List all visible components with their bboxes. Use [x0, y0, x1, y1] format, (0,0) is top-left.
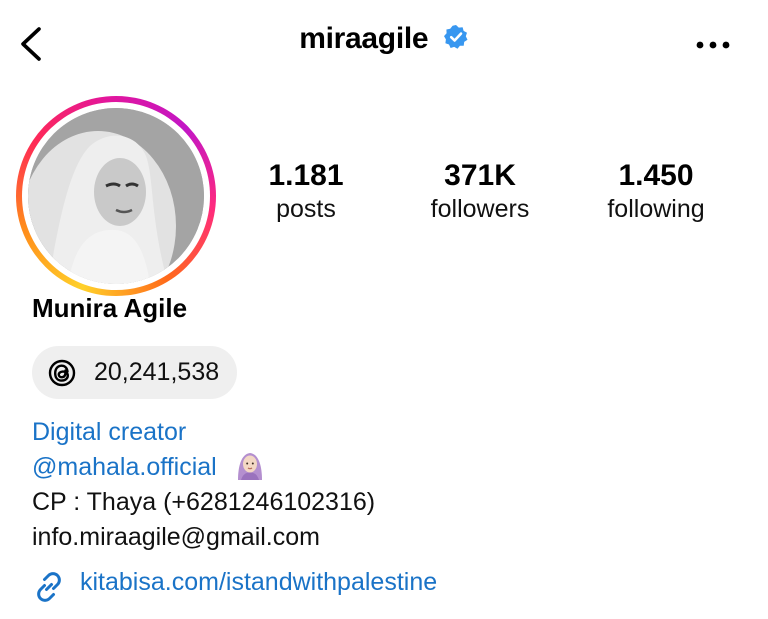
- stat-followers-label: followers: [430, 195, 530, 223]
- bio-category[interactable]: Digital creator: [32, 415, 186, 449]
- top-bar: miraagile: [0, 0, 768, 90]
- stat-posts-count: 1.181: [268, 159, 344, 192]
- verified-badge-icon: [443, 25, 468, 49]
- threads-icon: [48, 359, 76, 387]
- bio-contact-person: CP : Thaya (+6281246102316): [32, 488, 376, 516]
- bio-mention-row: @mahala.official: [32, 450, 266, 484]
- header-title-group: miraagile: [0, 22, 768, 56]
- bio-mention-link[interactable]: @mahala.official: [32, 453, 217, 481]
- more-options-button[interactable]: [690, 30, 738, 60]
- stat-following-label: following: [607, 195, 705, 223]
- profile-photo: [28, 108, 204, 284]
- woman-with-headscarf-emoji: [237, 453, 262, 481]
- avatar[interactable]: [28, 108, 204, 284]
- story-ring[interactable]: [16, 96, 216, 296]
- profile-username: miraagile: [299, 22, 429, 55]
- profile-link-text[interactable]: kitabisa.com/istandwithpalestine: [80, 568, 437, 597]
- stat-following[interactable]: 1.450 following: [566, 158, 746, 224]
- stat-posts-label: posts: [276, 195, 336, 223]
- bio-email: info.miraagile@gmail.com: [32, 523, 320, 551]
- stat-following-count: 1.450: [618, 159, 694, 192]
- threads-badge-button[interactable]: 20,241,538: [32, 346, 237, 399]
- ellipsis-icon: [696, 41, 730, 49]
- threads-follower-count: 20,241,538: [94, 358, 220, 386]
- link-icon: [37, 572, 61, 602]
- stat-followers[interactable]: 371K followers: [390, 158, 570, 224]
- stat-followers-count: 371K: [444, 159, 516, 192]
- stat-posts[interactable]: 1.181 posts: [216, 158, 396, 224]
- profile-display-name: Munira Agile: [32, 293, 188, 323]
